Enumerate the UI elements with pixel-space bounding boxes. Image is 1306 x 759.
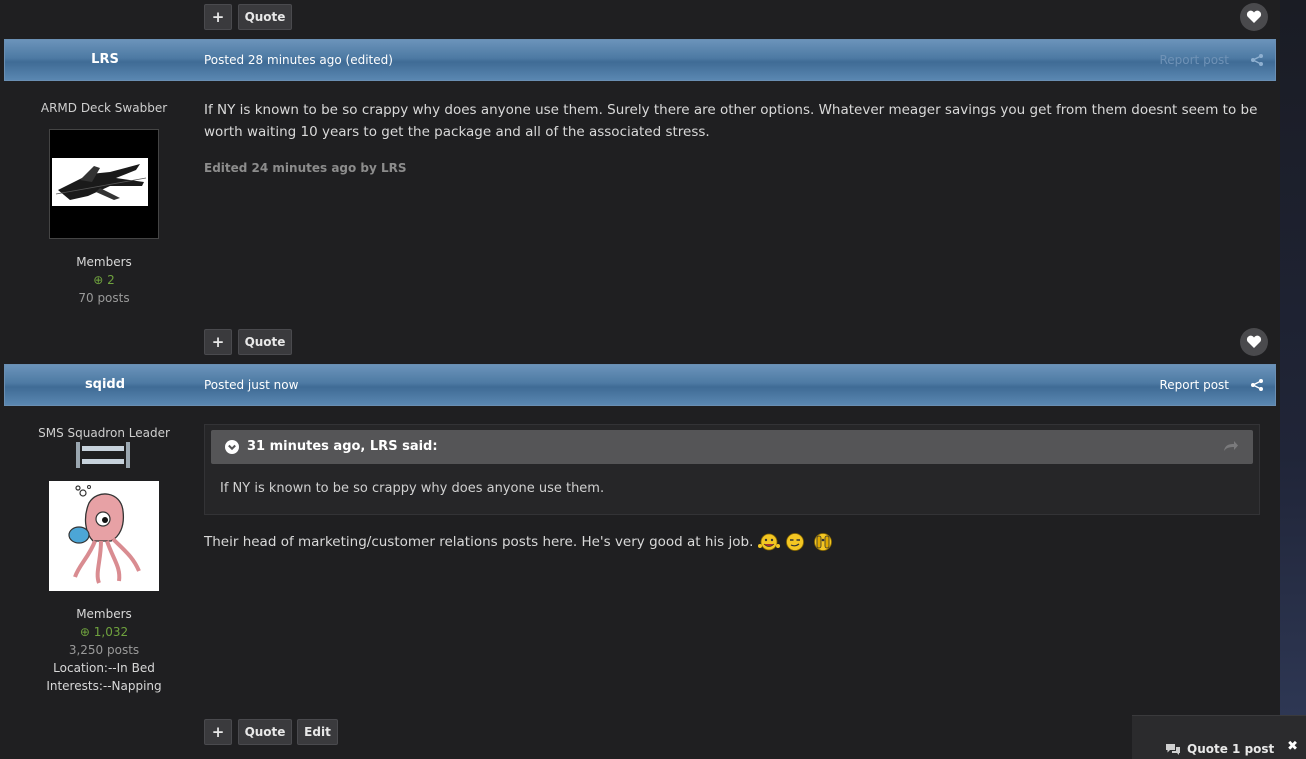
share-icon[interactable] <box>1251 379 1263 391</box>
report-post-link[interactable]: Report post <box>1159 378 1229 392</box>
quote-button[interactable]: Quote <box>238 329 292 355</box>
multiquote-plus-button[interactable]: + <box>204 329 232 355</box>
reputation-value: 2 <box>107 273 115 287</box>
plus-circle-icon: ⊕ <box>79 625 90 639</box>
post-timestamp[interactable]: Posted just now <box>204 378 298 392</box>
author-info: SMS Squadron Leader <box>4 426 204 440</box>
profile-field-interests: Interests:--Napping <box>46 679 162 693</box>
emoji-laughing-icon <box>758 533 781 551</box>
plus-circle-icon: ⊕ <box>93 273 104 287</box>
user-title: SMS Squadron Leader <box>38 426 170 440</box>
multiquote-plus-button[interactable]: + <box>204 4 232 30</box>
post-count: 70 posts <box>78 291 130 305</box>
profile-field-location: Location:--In Bed <box>53 661 155 675</box>
quote-citation-text[interactable]: 31 minutes ago, LRS said: <box>247 439 438 454</box>
multiquote-label[interactable]: Quote 1 post <box>1187 742 1274 756</box>
quote-citation[interactable]: 31 minutes ago, LRS said: <box>211 430 1253 464</box>
avatar[interactable] <box>49 481 159 591</box>
post-author-link[interactable]: LRS <box>5 52 205 67</box>
multiquote-plus-button[interactable]: + <box>204 719 232 745</box>
like-heart-icon[interactable] <box>1240 3 1268 31</box>
squid-avatar-image <box>49 481 159 591</box>
aircraft-avatar-image <box>50 130 158 238</box>
post-count: 3,250 posts <box>68 643 140 657</box>
quote-button[interactable]: Quote <box>238 4 292 30</box>
post-content: If NY is known to be so crappy why does … <box>204 102 1258 140</box>
comments-icon <box>1166 744 1180 755</box>
share-icon[interactable] <box>1251 54 1263 66</box>
author-stats: Members ⊕ 2 70 posts <box>4 253 204 307</box>
reputation-badge[interactable]: ⊕ 1,032 <box>4 623 204 641</box>
blockquote: 31 minutes ago, LRS said: If NY is known… <box>204 424 1260 515</box>
rank-insignia-icon <box>76 442 130 468</box>
edited-note: Edited 24 minutes ago by LRS <box>204 161 407 175</box>
report-post-link[interactable]: Report post <box>1159 53 1229 67</box>
reputation-value: 1,032 <box>93 625 129 639</box>
reputation-badge[interactable]: ⊕ 2 <box>4 271 204 289</box>
quote-body-text: If NY is known to be so crappy why does … <box>220 481 605 496</box>
edit-button[interactable]: Edit <box>297 719 338 745</box>
user-group: Members <box>76 255 132 269</box>
emoji-cover-eyes-icon <box>814 533 833 551</box>
go-to-quote-icon[interactable] <box>1223 440 1239 452</box>
close-icon[interactable]: ✖ <box>1287 739 1298 754</box>
post-author-link[interactable]: sqidd <box>5 377 205 392</box>
avatar[interactable] <box>49 129 159 239</box>
post-header: sqidd Posted just now Report post <box>4 364 1276 406</box>
post-content-row: Their head of marketing/customer relatio… <box>204 531 833 553</box>
forum-page: + Quote LRS Posted 28 minutes ago (edite… <box>0 0 1306 759</box>
post-content: Their head of marketing/customer relatio… <box>204 534 754 550</box>
quote-button[interactable]: Quote <box>238 719 292 745</box>
post-timestamp[interactable]: Posted 28 minutes ago (edited) <box>204 53 393 67</box>
user-title: ARMD Deck Swabber <box>40 101 168 115</box>
post-header: LRS Posted 28 minutes ago (edited) Repor… <box>4 39 1276 81</box>
user-group: Members <box>76 607 132 621</box>
chevron-down-icon[interactable] <box>225 440 239 454</box>
author-info: ARMD Deck Swabber <box>4 101 204 115</box>
emoji-smirk-icon <box>786 533 805 551</box>
background-edge <box>1280 0 1306 759</box>
author-stats: Members ⊕ 1,032 3,250 posts Location:--I… <box>4 605 204 695</box>
multiquote-bar[interactable]: Quote 1 post ✖ <box>1132 715 1306 759</box>
like-heart-icon[interactable] <box>1240 328 1268 356</box>
